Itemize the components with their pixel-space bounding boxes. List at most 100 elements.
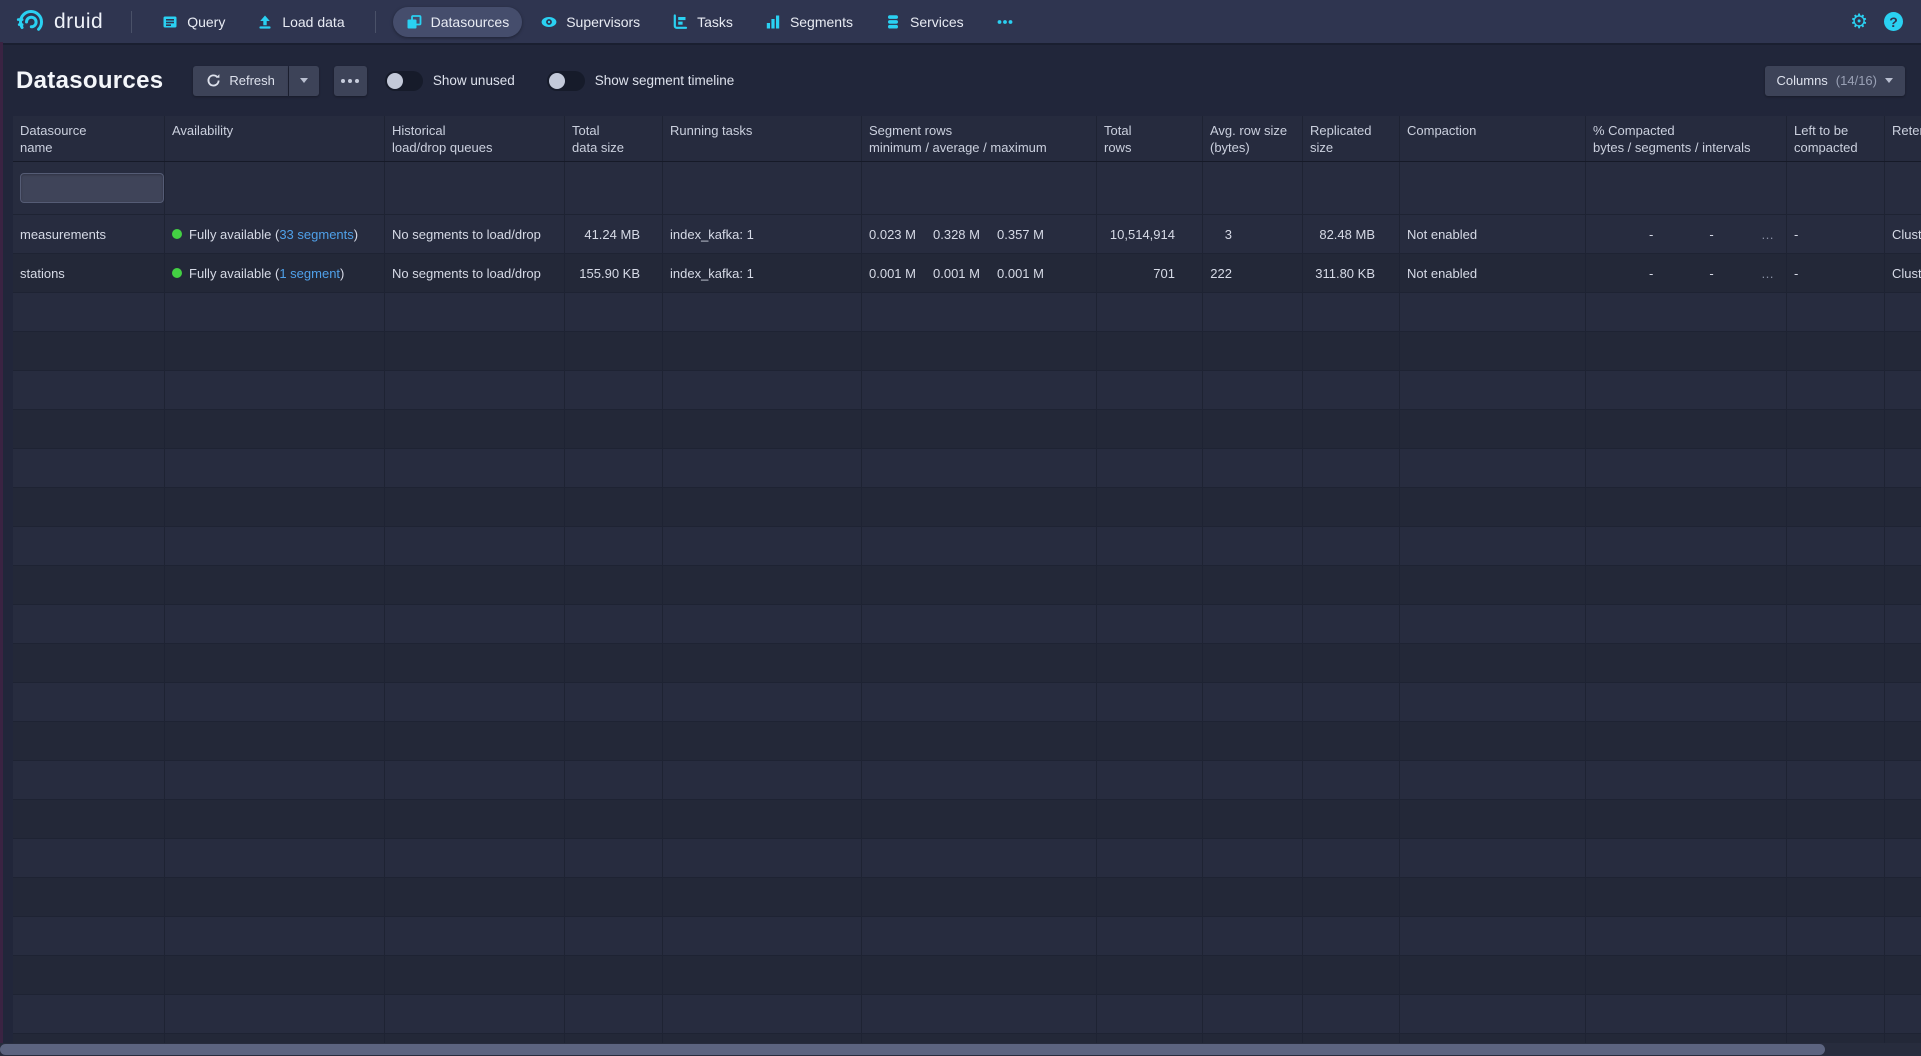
columns-button[interactable]: Columns (14/16) (1765, 66, 1906, 96)
column-header-segment-rows[interactable]: Segment rowsminimum / average / maximum (862, 116, 1097, 161)
column-header-total-data-size[interactable]: Totaldata size (565, 116, 663, 161)
retention-cell[interactable]: Cluster default (1885, 254, 1921, 292)
empty-cell (13, 800, 165, 838)
empty-cell (1885, 449, 1921, 487)
empty-cell (1400, 332, 1586, 370)
datasource-name-cell[interactable]: measurements (13, 215, 165, 253)
empty-cell (165, 293, 385, 331)
empty-cell (13, 722, 165, 760)
help-icon[interactable]: ? (1884, 12, 1903, 31)
column-header-pct-compacted[interactable]: % Compactedbytes / segments / intervals (1586, 116, 1787, 161)
table-empty-row (13, 449, 1921, 488)
availability-text: ) (354, 227, 358, 242)
column-header-datasource-name[interactable]: Datasourcename (13, 116, 165, 161)
empty-cell (862, 371, 1097, 409)
empty-cell (165, 800, 385, 838)
empty-cell (565, 1034, 663, 1043)
empty-cell (1586, 488, 1787, 526)
empty-cell (1097, 449, 1203, 487)
empty-cell (1787, 956, 1885, 994)
column-header-avg-row-size[interactable]: Avg. row size(bytes) (1203, 116, 1303, 161)
empty-cell (862, 1034, 1097, 1043)
empty-cell (1586, 410, 1787, 448)
empty-cell (385, 332, 565, 370)
empty-cell (663, 917, 862, 955)
nav-item-segments[interactable]: Segments (752, 7, 866, 37)
refresh-button[interactable]: Refresh (193, 66, 288, 96)
empty-cell (1787, 683, 1885, 721)
empty-cell (1586, 332, 1787, 370)
empty-cell (165, 449, 385, 487)
gear-icon[interactable]: ⚙ (1850, 12, 1868, 32)
empty-cell (1203, 956, 1303, 994)
empty-cell (1303, 293, 1400, 331)
empty-cell (663, 566, 862, 604)
empty-cell (1885, 956, 1921, 994)
druid-logo[interactable]: druid (16, 7, 103, 37)
nav-item-load-data[interactable]: Load data (244, 7, 357, 37)
column-header-retention[interactable]: Retention (1885, 116, 1921, 161)
empty-cell (1400, 956, 1586, 994)
table-empty-row (13, 683, 1921, 722)
empty-cell (1787, 644, 1885, 682)
empty-cell (385, 995, 565, 1033)
nav-item-tasks[interactable]: Tasks (659, 7, 746, 37)
empty-cell (1885, 761, 1921, 799)
empty-cell (13, 956, 165, 994)
empty-cell (1400, 566, 1586, 604)
horizontal-scrollbar-thumb[interactable] (0, 1044, 1825, 1055)
empty-cell (13, 839, 165, 877)
empty-cell (1303, 332, 1400, 370)
nav-item-more[interactable] (983, 7, 1027, 37)
ellipsis-icon (341, 79, 359, 83)
column-header-left-to-be-compacted[interactable]: Left to becompacted (1787, 116, 1885, 161)
empty-cell (165, 527, 385, 565)
segments-link[interactable]: 1 segment (279, 266, 340, 281)
empty-cell (385, 683, 565, 721)
empty-cell (1303, 800, 1400, 838)
empty-cell (565, 293, 663, 331)
table-row: stations Fully available (1 segment) No … (13, 254, 1921, 293)
avg-row-size-cell: 222 (1203, 254, 1303, 292)
show-segment-timeline-toggle[interactable] (547, 71, 585, 91)
empty-cell (13, 1034, 165, 1043)
nav-item-datasources[interactable]: Datasources (393, 7, 523, 37)
column-header-availability[interactable]: Availability (165, 116, 385, 161)
nav-item-services[interactable]: Services (872, 7, 977, 37)
nav-item-query[interactable]: Query (149, 7, 238, 37)
empty-cell (1885, 878, 1921, 916)
datasource-name-cell[interactable]: stations (13, 254, 165, 292)
empty-cell (1097, 800, 1203, 838)
empty-cell (565, 410, 663, 448)
empty-cell (1303, 566, 1400, 604)
empty-cell (1586, 566, 1787, 604)
nav-item-supervisors[interactable]: Supervisors (528, 7, 653, 37)
empty-cell (862, 800, 1097, 838)
refresh-dropdown-button[interactable] (289, 66, 319, 96)
empty-cell (165, 761, 385, 799)
column-header-running-tasks[interactable]: Running tasks (663, 116, 862, 161)
retention-cell[interactable]: Cluster default (1885, 215, 1921, 253)
empty-cell (1400, 761, 1586, 799)
empty-cell (165, 332, 385, 370)
empty-cell (1400, 878, 1586, 916)
column-header-compaction[interactable]: Compaction (1400, 116, 1586, 161)
more-actions-button[interactable] (334, 66, 367, 96)
empty-cell (862, 722, 1097, 760)
empty-cell (1586, 722, 1787, 760)
show-unused-toggle[interactable] (385, 71, 423, 91)
column-header-historical-queues[interactable]: Historicalload/drop queues (385, 116, 565, 161)
refresh-label: Refresh (229, 73, 275, 88)
availability-cell: Fully available (33 segments) (165, 215, 385, 253)
availability-text: Fully available ( (189, 227, 279, 242)
column-header-total-rows[interactable]: Totalrows (1097, 116, 1203, 161)
empty-cell (1097, 488, 1203, 526)
empty-cell (663, 722, 862, 760)
availability-text: ) (340, 266, 344, 281)
segments-link[interactable]: 33 segments (279, 227, 353, 242)
datasource-filter-input[interactable] (20, 173, 164, 203)
empty-cell (862, 839, 1097, 877)
running-tasks-cell: index_kafka: 1 (663, 254, 862, 292)
column-header-replicated-size[interactable]: Replicatedsize (1303, 116, 1400, 161)
table-empty-row (13, 878, 1921, 917)
